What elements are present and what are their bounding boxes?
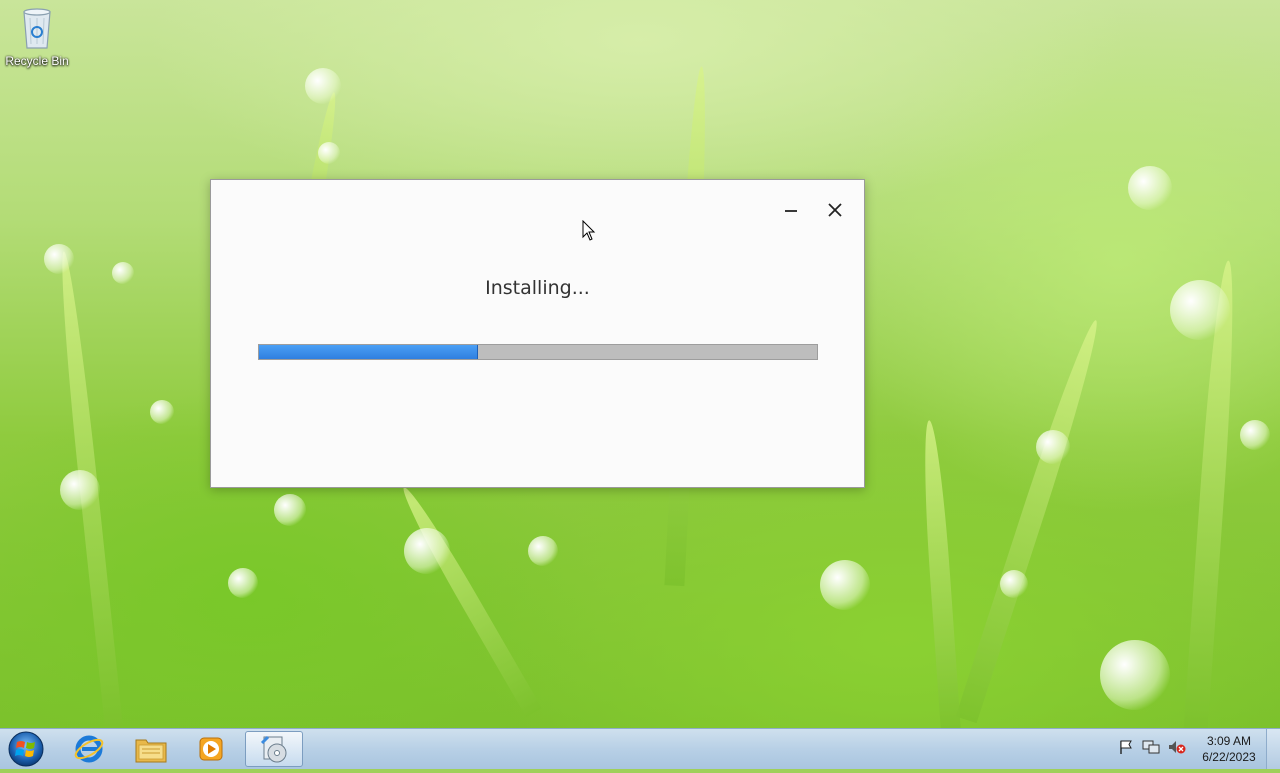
clock-date: 6/22/2023	[1202, 750, 1256, 764]
taskbar-file-explorer[interactable]	[122, 731, 180, 767]
taskbar-media-player[interactable]	[182, 731, 240, 767]
taskbar: 3:09 AM 6/22/2023	[0, 728, 1280, 769]
media-player-icon	[199, 737, 223, 761]
installer-window: Installing...	[210, 179, 865, 488]
taskbar-clock[interactable]: 3:09 AM 6/22/2023	[1196, 733, 1262, 765]
minimize-button[interactable]	[779, 198, 803, 222]
desktop-icon-recycle-bin[interactable]: Recycle Bin	[4, 6, 70, 68]
folder-icon	[135, 739, 167, 763]
volume-muted-icon	[1169, 740, 1186, 753]
installer-app-icon	[260, 735, 287, 763]
tray-network[interactable]	[1142, 739, 1160, 760]
close-button[interactable]	[823, 198, 847, 222]
minimize-icon	[785, 210, 797, 212]
install-status-text: Installing...	[485, 277, 590, 299]
show-desktop-button[interactable]	[1266, 729, 1280, 769]
recycle-bin-label: Recycle Bin	[5, 54, 69, 68]
close-icon	[828, 203, 842, 217]
network-icon	[1142, 740, 1160, 753]
taskbar-internet-explorer[interactable]	[60, 731, 118, 767]
install-progress-fill	[259, 345, 478, 359]
tray-action-center[interactable]	[1118, 739, 1134, 760]
flag-icon	[1120, 740, 1132, 754]
install-progress-bar	[258, 344, 818, 360]
start-button[interactable]	[6, 730, 46, 768]
windows-start-icon	[8, 731, 44, 767]
clock-time: 3:09 AM	[1206, 734, 1252, 748]
recycle-bin-icon	[21, 6, 53, 50]
internet-explorer-icon	[74, 735, 104, 763]
system-tray	[1118, 737, 1186, 761]
mouse-cursor-icon	[582, 219, 596, 247]
taskbar-installer-app[interactable]	[245, 731, 303, 767]
tray-volume[interactable]	[1168, 739, 1186, 760]
